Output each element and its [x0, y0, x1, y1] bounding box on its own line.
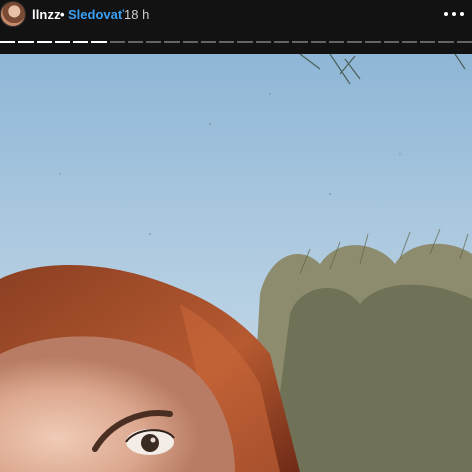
progress-segment — [383, 41, 399, 43]
progress-segment — [146, 41, 162, 43]
story-photo — [0, 54, 472, 472]
story-progress-bar — [0, 41, 472, 43]
story-header: llnzz • Sledovať 18 h — [0, 0, 472, 54]
progress-segment — [109, 41, 125, 43]
progress-segment — [347, 41, 363, 43]
progress-segment — [401, 41, 418, 43]
timestamp: 18 h — [124, 7, 150, 22]
avatar[interactable] — [0, 1, 26, 27]
progress-segment — [54, 41, 71, 43]
progress-segment — [328, 41, 345, 43]
progress-segment — [438, 41, 454, 43]
more-horizontal-icon[interactable] — [444, 8, 464, 20]
separator-dot: • — [60, 7, 65, 22]
progress-segment — [310, 41, 326, 43]
progress-segment — [420, 41, 436, 43]
story-image[interactable] — [0, 54, 472, 472]
progress-segment — [127, 41, 144, 43]
progress-segment — [0, 41, 16, 43]
progress-segment — [91, 41, 107, 43]
progress-segment — [255, 41, 271, 43]
progress-segment — [200, 41, 217, 43]
progress-segment — [365, 41, 381, 43]
progress-segment — [273, 41, 290, 43]
username[interactable]: llnzz — [32, 7, 61, 22]
follow-button[interactable]: Sledovať — [68, 7, 124, 22]
progress-segment — [164, 41, 180, 43]
progress-segment — [219, 41, 235, 43]
progress-segment — [456, 41, 472, 43]
progress-segment — [36, 41, 52, 43]
progress-segment — [292, 41, 308, 43]
progress-segment — [73, 41, 89, 43]
progress-segment — [237, 41, 253, 43]
progress-segment — [18, 41, 34, 43]
progress-segment — [182, 41, 198, 43]
